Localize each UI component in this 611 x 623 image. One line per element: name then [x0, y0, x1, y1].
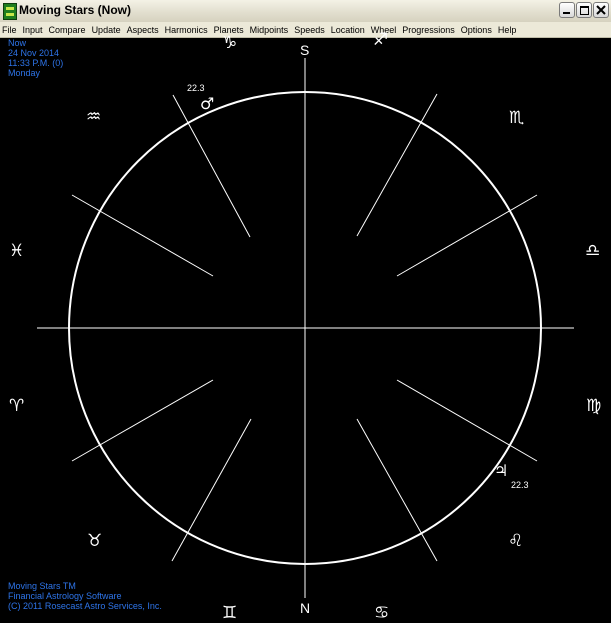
house-cusp: [396, 379, 538, 462]
product-name: Moving Stars TM: [8, 581, 76, 591]
chart-wheel[interactable]: [0, 0, 611, 616]
chart-weekday: Monday: [8, 68, 41, 78]
house-cusp: [171, 418, 252, 562]
mars-icon[interactable]: ♂: [200, 96, 214, 112]
house-cusp: [396, 194, 538, 277]
chart-info: Now 24 Nov 2014 11:33 P.M. (0) Monday: [8, 38, 63, 78]
scorpio-icon: ♏: [509, 108, 525, 128]
house-cusp: [172, 94, 251, 238]
libra-icon: ♎: [585, 241, 601, 261]
chart-mode: Now: [8, 38, 27, 48]
copyright-info: Moving Stars TM Financial Astrology Soft…: [8, 581, 162, 611]
aquarius-icon: ♒: [86, 107, 102, 127]
virgo-icon: ♍: [586, 396, 602, 416]
house-cusp: [71, 379, 214, 462]
compass-north: N: [300, 600, 311, 616]
jupiter-degree: 22.3: [511, 480, 529, 490]
sagittarius-icon: ♐: [373, 30, 389, 50]
chart-time: 11:33 P.M. (0): [8, 58, 64, 68]
house-cusp: [71, 194, 214, 277]
compass-south: S: [300, 42, 310, 58]
cancer-icon: ♋: [374, 603, 390, 623]
chart-date: 24 Nov 2014: [8, 48, 60, 58]
copyright-text: (C) 2011 Rosecast Astro Services, Inc.: [8, 601, 162, 611]
jupiter-icon[interactable]: ♃: [494, 463, 508, 479]
mars-degree: 22.3: [187, 83, 205, 93]
gemini-icon: ♊: [222, 603, 238, 623]
house-cusp: [356, 418, 438, 562]
product-tagline: Financial Astrology Software: [8, 591, 122, 601]
capricorn-icon: ♑: [222, 33, 238, 53]
house-cusp: [356, 93, 438, 237]
leo-icon: ♌: [508, 531, 524, 551]
pisces-icon: ♓: [9, 241, 25, 261]
aries-icon: ♈: [9, 396, 25, 416]
taurus-icon: ♉: [87, 531, 103, 551]
